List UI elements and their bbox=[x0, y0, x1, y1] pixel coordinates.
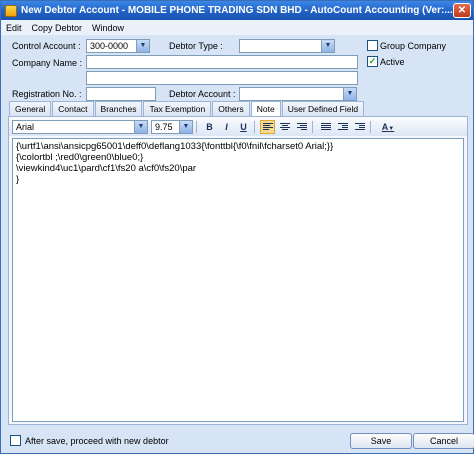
toolbar-divider bbox=[196, 120, 197, 133]
company-name-input[interactable] bbox=[86, 55, 358, 69]
bullet-list-icon[interactable] bbox=[318, 120, 333, 134]
font-name-value: Arial bbox=[16, 121, 35, 132]
tab-general[interactable]: General bbox=[9, 101, 52, 116]
formatting-toolbar: Arial ▼ 9.75 ▼ B I U A▼ bbox=[9, 117, 467, 136]
control-account-value: 300-0000 bbox=[90, 41, 129, 51]
chevron-down-icon: ▼ bbox=[388, 125, 395, 132]
menu-window[interactable]: Window bbox=[87, 23, 129, 33]
italic-button[interactable]: I bbox=[219, 120, 234, 134]
align-center-icon[interactable] bbox=[277, 120, 292, 134]
control-account-combo[interactable]: 300-0000 ▼ bbox=[86, 39, 150, 53]
proceed-checkbox[interactable] bbox=[10, 435, 21, 446]
note-panel: Arial ▼ 9.75 ▼ B I U A▼ {\urtf1\ansi\ans… bbox=[8, 116, 468, 425]
underline-button[interactable]: U bbox=[236, 120, 251, 134]
active-label: Active bbox=[380, 57, 405, 67]
font-size-combo[interactable]: 9.75 ▼ bbox=[151, 119, 193, 134]
increase-indent-icon[interactable] bbox=[352, 120, 367, 134]
chevron-down-icon[interactable]: ▼ bbox=[179, 120, 192, 133]
active-checkbox[interactable]: ✓ bbox=[367, 56, 378, 67]
tab-note[interactable]: Note bbox=[250, 101, 281, 117]
tab-tax-exemption[interactable]: Tax Exemption bbox=[143, 101, 212, 116]
toolbar-divider bbox=[254, 120, 255, 133]
proceed-option[interactable]: After save, proceed with new debtor bbox=[10, 435, 169, 446]
save-button[interactable]: Save bbox=[350, 433, 412, 449]
decrease-indent-icon[interactable] bbox=[335, 120, 350, 134]
group-company-checkbox[interactable] bbox=[367, 40, 378, 51]
company-name-label: Company Name : bbox=[12, 58, 83, 68]
registration-label: Registration No. : bbox=[12, 89, 82, 99]
title-bar[interactable]: New Debtor Account - MOBILE PHONE TRADIN… bbox=[1, 1, 473, 20]
proceed-label: After save, proceed with new debtor bbox=[25, 435, 169, 446]
font-name-combo[interactable]: Arial ▼ bbox=[12, 119, 148, 134]
text-color-icon[interactable]: A▼ bbox=[376, 120, 400, 134]
tab-user-defined-field[interactable]: User Defined Field bbox=[281, 101, 365, 116]
debtor-type-label: Debtor Type : bbox=[169, 41, 223, 51]
window-title: New Debtor Account - MOBILE PHONE TRADIN… bbox=[21, 5, 453, 16]
menu-bar: Edit Copy Debtor Window bbox=[1, 20, 473, 35]
chevron-down-icon[interactable]: ▼ bbox=[343, 88, 356, 100]
align-right-icon[interactable] bbox=[294, 120, 309, 134]
menu-copy-debtor[interactable]: Copy Debtor bbox=[27, 23, 88, 33]
company-name-2-input[interactable] bbox=[86, 71, 358, 85]
app-icon bbox=[5, 4, 17, 17]
note-editor[interactable]: {\urtf1\ansi\ansicpg65001\deff0\deflang1… bbox=[12, 138, 464, 422]
close-icon[interactable]: ✕ bbox=[453, 3, 471, 18]
toolbar-divider bbox=[312, 120, 313, 133]
group-company-label: Group Company bbox=[380, 41, 447, 51]
toolbar-divider bbox=[370, 120, 371, 133]
tab-others[interactable]: Others bbox=[212, 101, 250, 116]
bold-button[interactable]: B bbox=[202, 120, 217, 134]
cancel-button[interactable]: Cancel bbox=[413, 433, 474, 449]
debtor-type-combo[interactable]: ▼ bbox=[239, 39, 335, 53]
tab-contact[interactable]: Contact bbox=[52, 101, 94, 116]
chevron-down-icon[interactable]: ▼ bbox=[134, 120, 147, 133]
registration-input[interactable] bbox=[86, 87, 156, 101]
control-account-label: Control Account : bbox=[12, 41, 81, 51]
debtor-account-combo[interactable]: ▼ bbox=[239, 87, 357, 101]
font-size-value: 9.75 bbox=[155, 121, 173, 132]
tab-strip: General Contact Branches Tax Exemption O… bbox=[9, 101, 365, 117]
debtor-account-window: New Debtor Account - MOBILE PHONE TRADIN… bbox=[0, 0, 474, 454]
tab-branches[interactable]: Branches bbox=[94, 101, 143, 116]
align-left-icon[interactable] bbox=[260, 119, 275, 134]
chevron-down-icon[interactable]: ▼ bbox=[321, 40, 334, 52]
menu-edit[interactable]: Edit bbox=[1, 23, 27, 33]
chevron-down-icon[interactable]: ▼ bbox=[136, 40, 149, 52]
debtor-account-label: Debtor Account : bbox=[169, 89, 236, 99]
